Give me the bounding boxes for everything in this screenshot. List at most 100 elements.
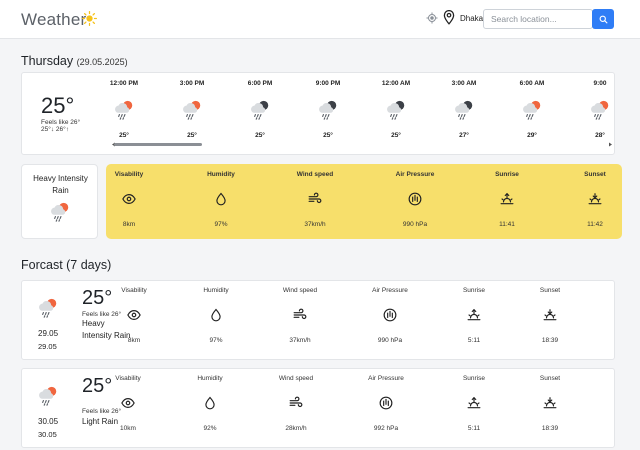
forecast-stat-sunrise: Sunrise 5:11: [439, 287, 509, 344]
day-name: Thursday: [21, 54, 74, 68]
cloud-sun-rain-icon: [37, 297, 59, 319]
forecast-date-secondary: 29.05: [38, 342, 57, 351]
sunrise-icon: [467, 396, 481, 410]
stat-sunrise: Sunrise 11:41: [472, 171, 542, 228]
hour-column[interactable]: 12:00 PM 25°: [99, 80, 149, 139]
cloud-moon-rain-icon: [249, 99, 271, 121]
cloud-moon-rain-icon: [385, 99, 407, 121]
wind-icon: [293, 308, 307, 322]
gauge-icon: [379, 396, 393, 410]
hour-time: 12:00 PM: [109, 80, 139, 87]
droplet-icon: [214, 192, 228, 206]
crosshair-icon[interactable]: [426, 12, 438, 24]
eye-icon: [122, 192, 136, 206]
stat-label: Sunset: [539, 375, 561, 382]
hour-column[interactable]: 3:00 PM 25°: [167, 80, 217, 139]
stat-label: Air Pressure: [368, 375, 404, 382]
stat-value: 97%: [214, 221, 228, 228]
stat-value: 5:11: [467, 425, 481, 432]
today-stats-panel: Visability 8km Humidity 97% Wind speed 37km/h…: [106, 164, 622, 239]
hour-column[interactable]: 9:00 PM 25°: [303, 80, 353, 139]
forecast-date: 30.05: [38, 417, 59, 426]
stat-value: 37km/h: [304, 221, 326, 228]
search-button[interactable]: [592, 9, 614, 29]
hour-column[interactable]: 9:00 28°: [575, 80, 614, 139]
hour-time: 3:00 PM: [179, 80, 205, 87]
hour-column[interactable]: 6:00 PM 25°: [235, 80, 285, 139]
feels-like: Feels like 26°: [41, 119, 81, 126]
stat-value: 990 hPa: [402, 221, 428, 228]
hour-temp: 29°: [527, 132, 537, 139]
stat-value: 37km/h: [289, 337, 311, 344]
forecast-stat-sunset: Sunset 18:39: [515, 375, 585, 432]
sun-icon: [82, 11, 97, 26]
cloud-sun-rain-icon: [521, 99, 543, 121]
cloud-moon-rain-icon: [317, 99, 339, 121]
stat-label: Air Pressure: [395, 171, 435, 178]
min-max-temperature: 25°↓ 26°↑: [41, 126, 69, 133]
cloud-sun-rain-icon: [37, 385, 59, 407]
sunrise-icon: [467, 308, 481, 322]
stat-label: Sunrise: [495, 171, 519, 178]
stat-label: Sunrise: [462, 287, 486, 294]
cloud-sun-rain-icon: [181, 99, 203, 121]
app-title: Weather: [21, 10, 87, 29]
stat-value: 8km: [127, 337, 141, 344]
sunset-icon: [588, 192, 602, 206]
stat-label: Humidity: [207, 171, 235, 178]
stat-label: Visability: [114, 171, 144, 178]
cloud-sun-rain-icon: [113, 99, 135, 121]
stat-value: 28km/h: [285, 425, 307, 432]
forecast-stat-visability: Visability 8km: [99, 287, 169, 344]
stat-value: 97%: [209, 337, 223, 344]
hour-column[interactable]: 3:00 AM 27°: [439, 80, 489, 139]
forecast-day-card[interactable]: 30.05 30.05 25° Feels like 26° Light Rain Vis…: [21, 368, 615, 448]
sunset-icon: [543, 396, 557, 410]
gauge-icon: [408, 192, 422, 206]
stat-label: Visability: [115, 375, 141, 382]
hour-time: 9:00 PM: [315, 80, 341, 87]
search-input[interactable]: [483, 9, 593, 29]
hour-time: 3:00 AM: [451, 80, 477, 87]
current-city: Dhaka: [460, 14, 484, 23]
day-title: Thursday (29.05.2025): [21, 54, 128, 68]
scrollbar-thumb[interactable]: [114, 143, 202, 146]
wind-icon: [308, 192, 322, 206]
app-header: Weather Dhaka: [0, 0, 640, 39]
stat-value: 992 hPa: [373, 425, 399, 432]
forecast-day-card[interactable]: 29.05 29.05 25° Feels like 26° Heavy Intensi…: [21, 280, 615, 360]
hour-temp: 25°: [255, 132, 265, 139]
hour-temp: 28°: [595, 132, 605, 139]
eye-icon: [121, 396, 135, 410]
stat-label: Sunrise: [462, 375, 486, 382]
stat-value: 18:39: [541, 337, 559, 344]
stat-value: 18:39: [541, 425, 559, 432]
forecast-stat-sunrise: Sunrise 5:11: [439, 375, 509, 432]
stat-value: 11:42: [587, 221, 603, 228]
stat-label: Sunset: [584, 171, 606, 178]
hourly-forecast-card: 25° Feels like 26° 25°↓ 26°↑ 12:00 PM 25°…: [21, 72, 615, 155]
forecast-stat-humidity: Humidity 92%: [175, 375, 245, 432]
forecast-stat-wind-speed: Wind speed 28km/h: [261, 375, 331, 432]
forecast-date-secondary: 30.05: [38, 430, 57, 439]
map-pin-icon: [443, 10, 455, 25]
hour-temp: 25°: [323, 132, 333, 139]
forecast-stat-wind-speed: Wind speed 37km/h: [265, 287, 335, 344]
cloud-sun-rain-icon: [49, 201, 71, 223]
day-date: (29.05.2025): [76, 57, 128, 67]
hour-temp: 27°: [459, 132, 469, 139]
sunrise-icon: [500, 192, 514, 206]
condition-label: Heavy Intensity Rain: [33, 174, 88, 195]
sunset-icon: [543, 308, 557, 322]
hour-temp: 25°: [119, 132, 129, 139]
hour-column[interactable]: 6:00 AM 29°: [507, 80, 557, 139]
stat-wind-speed: Wind speed 37km/h: [280, 171, 350, 228]
stat-value: 8km: [122, 221, 136, 228]
stat-value: 10km: [120, 425, 136, 432]
hour-time: 12:00 AM: [381, 80, 411, 87]
droplet-icon: [203, 396, 217, 410]
hour-column[interactable]: 12:00 AM 25°: [371, 80, 421, 139]
stat-label: Wind speed: [282, 287, 318, 294]
forecast-stat-humidity: Humidity 97%: [181, 287, 251, 344]
stat-value: 5:11: [467, 337, 481, 344]
